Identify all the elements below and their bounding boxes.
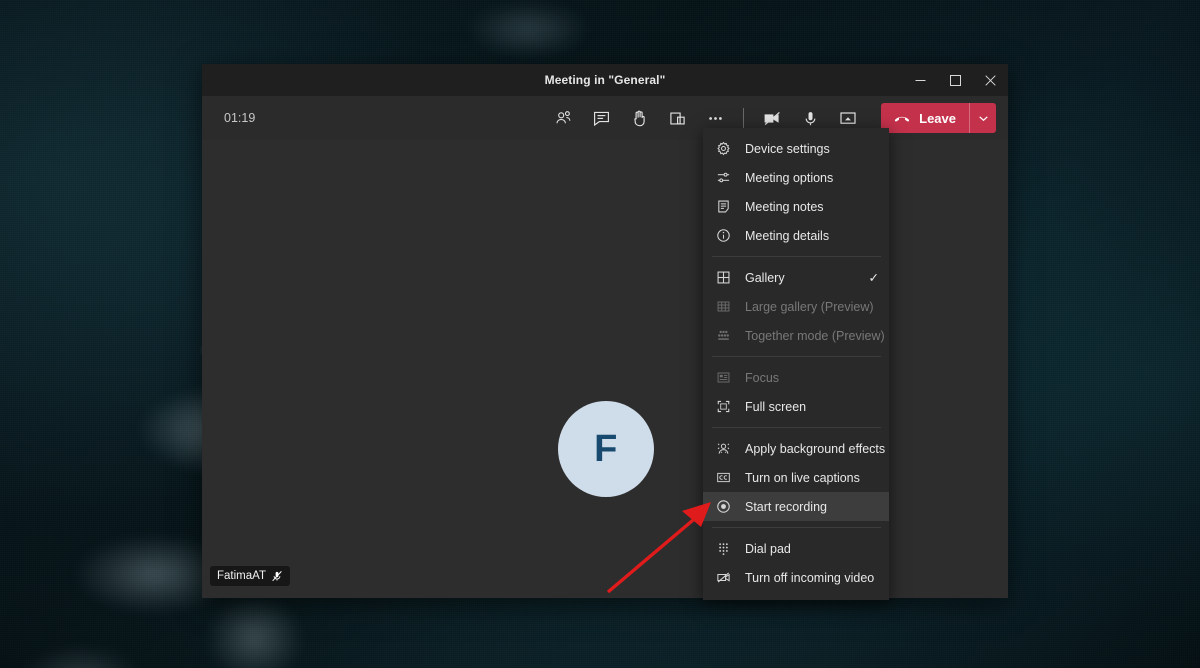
menu-item-together-mode[interactable]: Together mode (Preview): [703, 321, 889, 350]
share-screen-icon: [840, 112, 856, 124]
menu-separator: [712, 256, 881, 257]
menu-item-gallery[interactable]: Gallery ✓: [703, 263, 889, 292]
menu-item-label: Gallery: [745, 270, 785, 285]
menu-item-label: Meeting details: [745, 228, 830, 243]
raise-hand-button[interactable]: [620, 102, 658, 134]
leave-button[interactable]: Leave: [881, 103, 969, 133]
more-actions-menu: Device settings Meeting options Meeting …: [703, 128, 889, 600]
menu-item-label: Dial pad: [745, 541, 791, 556]
leave-options-button[interactable]: [969, 103, 996, 133]
show-participants-button[interactable]: [544, 102, 582, 134]
raise-hand-icon: [634, 110, 645, 126]
avatar-initial: F: [594, 427, 618, 470]
menu-item-label: Focus: [745, 370, 780, 385]
record-icon: [716, 499, 736, 514]
menu-item-label: Turn off incoming video: [745, 570, 875, 585]
leave-button-group: Leave: [881, 103, 996, 133]
menu-item-turn-off-incoming-video[interactable]: Turn off incoming video: [703, 563, 889, 592]
menu-item-meeting-options[interactable]: Meeting options: [703, 163, 889, 192]
menu-item-label: Turn on live captions: [745, 470, 860, 485]
closed-captions-icon: [716, 470, 736, 485]
menu-item-large-gallery[interactable]: Large gallery (Preview): [703, 292, 889, 321]
close-button[interactable]: [973, 64, 1008, 96]
ellipsis-icon: [708, 116, 722, 120]
menu-item-label: Together mode (Preview): [745, 328, 885, 343]
menu-item-dial-pad[interactable]: Dial pad: [703, 534, 889, 563]
sliders-icon: [716, 170, 736, 185]
window-title: Meeting in "General": [544, 73, 666, 87]
focus-icon: [716, 370, 736, 385]
window-controls: [903, 64, 1008, 96]
menu-item-label: Device settings: [745, 141, 830, 156]
menu-item-full-screen[interactable]: Full screen: [703, 392, 889, 421]
menu-separator: [712, 356, 881, 357]
check-icon: ✓: [868, 271, 879, 285]
info-icon: [716, 228, 736, 243]
breakout-rooms-button[interactable]: [658, 102, 696, 134]
toolbar-divider: [743, 107, 745, 129]
maximize-icon: [950, 74, 961, 86]
microphone-icon: [805, 111, 816, 125]
menu-item-meeting-notes[interactable]: Meeting notes: [703, 192, 889, 221]
gear-icon: [716, 141, 736, 156]
rooms-icon: [669, 112, 685, 124]
hangup-icon: [895, 116, 910, 122]
notes-icon: [716, 199, 736, 214]
window-titlebar[interactable]: Meeting in "General": [202, 64, 1008, 96]
chevron-down-icon: [978, 115, 988, 121]
participant-name: FatimaAT: [217, 570, 266, 582]
background-effects-icon: [716, 441, 736, 456]
menu-item-label: Start recording: [745, 499, 827, 514]
close-icon: [985, 74, 996, 86]
menu-item-device-settings[interactable]: Device settings: [703, 134, 889, 163]
call-timer: 01:19: [224, 111, 256, 125]
leave-button-label: Leave: [919, 110, 956, 126]
menu-item-label: Apply background effects: [745, 441, 886, 456]
large-gallery-icon: [716, 299, 736, 314]
chat-icon: [593, 111, 609, 126]
minimize-icon: [915, 79, 926, 81]
people-icon: [556, 110, 571, 123]
menu-item-apply-background-effects[interactable]: Apply background effects: [703, 434, 889, 463]
menu-item-label: Large gallery (Preview): [745, 299, 874, 314]
dial-pad-icon: [716, 541, 736, 556]
menu-separator: [712, 527, 881, 528]
microphone-muted-icon: [272, 571, 282, 582]
gallery-icon: [716, 270, 736, 285]
together-mode-icon: [716, 328, 736, 343]
menu-item-label: Full screen: [745, 399, 807, 414]
menu-item-label: Meeting options: [745, 170, 834, 185]
menu-item-turn-on-live-captions[interactable]: Turn on live captions: [703, 463, 889, 492]
participant-name-badge: FatimaAT: [210, 566, 290, 586]
menu-item-meeting-details[interactable]: Meeting details: [703, 221, 889, 250]
maximize-button[interactable]: [938, 64, 973, 96]
menu-item-start-recording[interactable]: Start recording: [703, 492, 889, 521]
camera-off-icon: [764, 111, 780, 125]
menu-item-label: Meeting notes: [745, 199, 824, 214]
minimize-button[interactable]: [903, 64, 938, 96]
incoming-video-off-icon: [716, 570, 736, 585]
show-conversation-button[interactable]: [582, 102, 620, 134]
menu-separator: [712, 427, 881, 428]
full-screen-icon: [716, 399, 736, 414]
menu-item-focus[interactable]: Focus: [703, 363, 889, 392]
avatar: F: [558, 401, 654, 497]
